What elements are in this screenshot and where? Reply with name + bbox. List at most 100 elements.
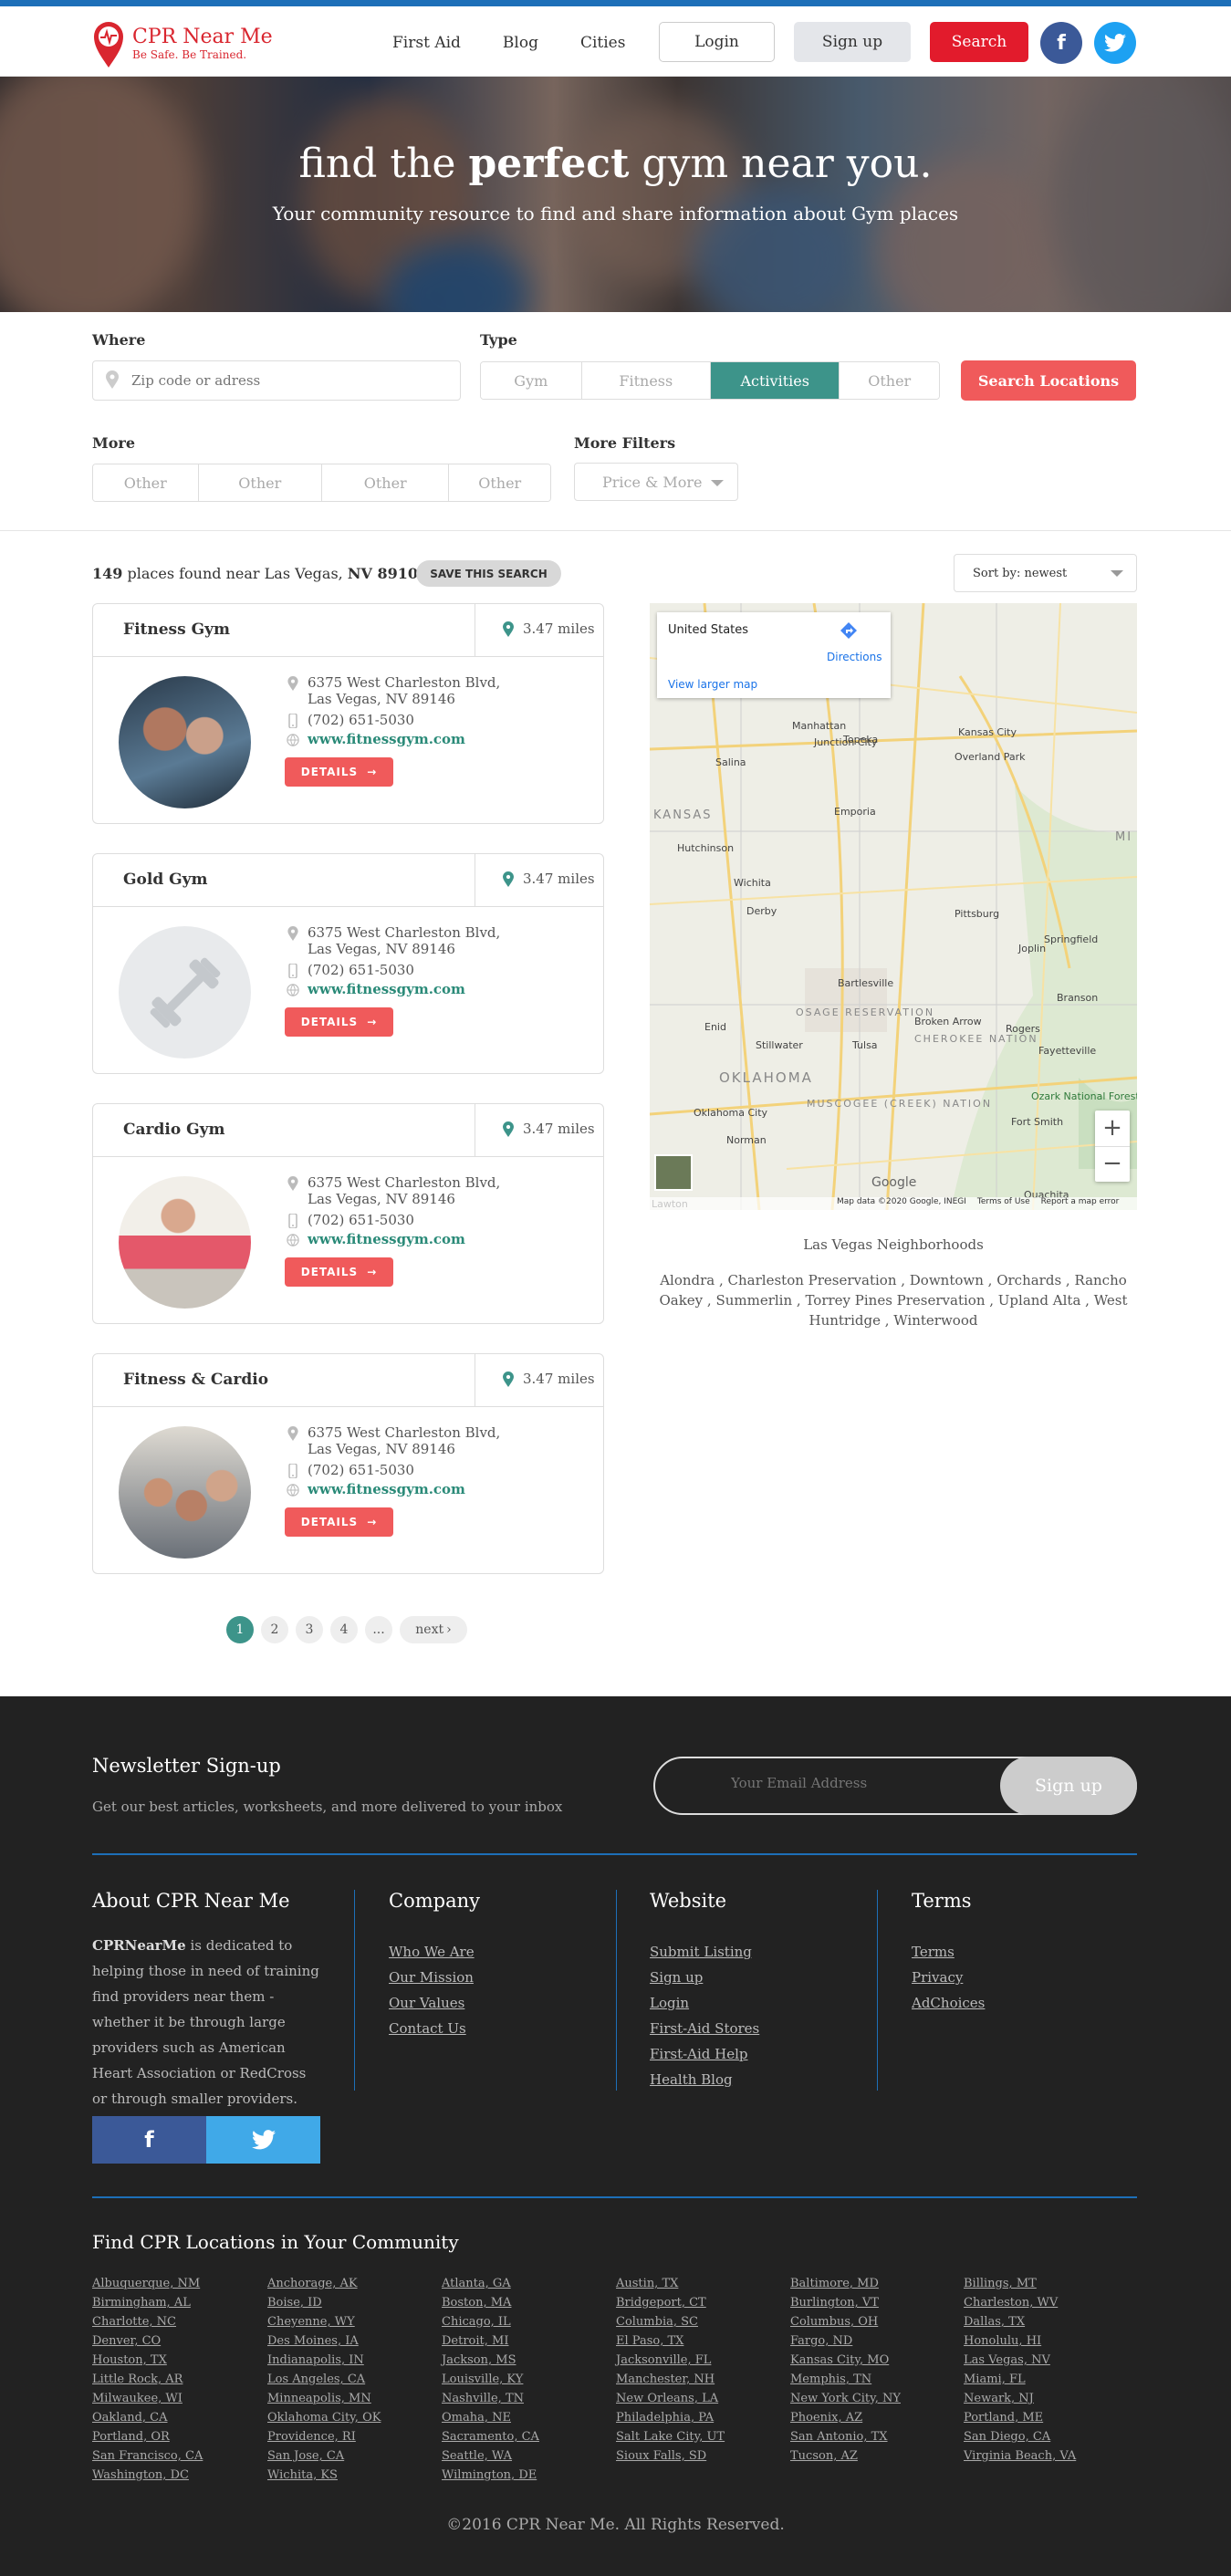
city-link[interactable]: Kansas City, MO bbox=[790, 2353, 889, 2367]
listing-photo[interactable] bbox=[119, 1426, 251, 1559]
footer-link[interactable]: Submit Listing bbox=[650, 1944, 752, 1960]
city-link[interactable]: San Francisco, CA bbox=[92, 2449, 203, 2463]
city-link[interactable]: Milwaukee, WI bbox=[92, 2392, 183, 2405]
listing-website[interactable]: www.fitnessgym.com bbox=[308, 731, 465, 747]
footer-link[interactable]: Who We Are bbox=[389, 1944, 475, 1960]
facebook-icon[interactable]: f bbox=[1040, 22, 1082, 64]
listing-phone[interactable]: (702) 651-5030 bbox=[308, 712, 414, 728]
nav-first-aid[interactable]: First Aid bbox=[392, 34, 461, 52]
city-link[interactable]: Providence, RI bbox=[267, 2430, 356, 2444]
details-button[interactable]: DETAILS → bbox=[285, 757, 393, 787]
type-option-gym[interactable]: Gym bbox=[481, 362, 582, 399]
details-button[interactable]: DETAILS → bbox=[285, 1507, 393, 1537]
city-link[interactable]: Detroit, MI bbox=[442, 2334, 508, 2348]
listing-title[interactable]: Gold Gym bbox=[123, 871, 208, 889]
footer-link[interactable]: First-Aid Help bbox=[650, 2046, 748, 2062]
directions-icon[interactable] bbox=[840, 621, 858, 640]
city-link[interactable]: Wilmington, DE bbox=[442, 2468, 537, 2482]
view-larger-map-link[interactable]: View larger map bbox=[668, 678, 757, 691]
city-link[interactable]: Sacramento, CA bbox=[442, 2430, 539, 2444]
listing-phone[interactable]: (702) 651-5030 bbox=[308, 1462, 414, 1478]
footer-link[interactable]: Privacy bbox=[912, 1969, 963, 1986]
listing-photo[interactable] bbox=[119, 676, 251, 808]
logo[interactable]: CPR Near Me Be Safe. Be Trained. bbox=[92, 20, 273, 69]
twitter-share-button[interactable] bbox=[206, 2116, 320, 2164]
city-link[interactable]: Anchorage, AK bbox=[267, 2277, 358, 2290]
search-button[interactable]: Search bbox=[930, 22, 1028, 62]
city-link[interactable]: Salt Lake City, UT bbox=[616, 2430, 725, 2444]
city-link[interactable]: Oklahoma City, OK bbox=[267, 2411, 381, 2425]
city-link[interactable]: Bridgeport, CT bbox=[616, 2296, 706, 2310]
email-field[interactable] bbox=[731, 1775, 968, 1791]
city-link[interactable]: San Antonio, TX bbox=[790, 2430, 888, 2444]
footer-link[interactable]: Health Blog bbox=[650, 2071, 733, 2088]
listing-card[interactable]: Cardio Gym 3.47 miles 6375 West Charleston… bbox=[92, 1103, 604, 1324]
city-link[interactable]: Phoenix, AZ bbox=[790, 2411, 862, 2425]
city-link[interactable]: Miami, FL bbox=[964, 2373, 1026, 2386]
city-link[interactable]: Dallas, TX bbox=[964, 2315, 1025, 2329]
city-link[interactable]: Atlanta, GA bbox=[442, 2277, 511, 2290]
city-link[interactable]: Des Moines, IA bbox=[267, 2334, 359, 2348]
city-link[interactable]: Charleston, WV bbox=[964, 2296, 1058, 2310]
type-option-fitness[interactable]: Fitness bbox=[581, 362, 711, 399]
city-link[interactable]: Memphis, TN bbox=[790, 2373, 871, 2386]
listing-title[interactable]: Fitness & Cardio bbox=[123, 1371, 268, 1389]
search-locations-button[interactable]: Search Locations bbox=[961, 360, 1136, 401]
type-option-activities[interactable]: Activities bbox=[711, 362, 840, 399]
city-link[interactable]: Billings, MT bbox=[964, 2277, 1037, 2290]
footer-link[interactable]: Sign up bbox=[650, 1969, 703, 1986]
city-link[interactable]: El Paso, TX bbox=[616, 2334, 683, 2348]
nav-blog[interactable]: Blog bbox=[503, 34, 538, 52]
page-2-button[interactable]: 2 bbox=[261, 1616, 288, 1643]
city-link[interactable]: Louisville, KY bbox=[442, 2373, 523, 2386]
city-link[interactable]: Sioux Falls, SD bbox=[616, 2449, 706, 2463]
directions-link[interactable]: Directions bbox=[827, 651, 882, 663]
footer-link[interactable]: Our Mission bbox=[389, 1969, 474, 1986]
page-1-button[interactable]: 1 bbox=[226, 1616, 254, 1643]
listing-website[interactable]: www.fitnessgym.com bbox=[308, 1481, 465, 1497]
city-link[interactable]: Fargo, ND bbox=[790, 2334, 852, 2348]
zoom-out-button[interactable]: − bbox=[1095, 1146, 1130, 1182]
city-link[interactable]: Jacksonville, FL bbox=[616, 2353, 711, 2367]
footer-link[interactable]: Our Values bbox=[389, 1995, 464, 2011]
city-link[interactable]: Boston, MA bbox=[442, 2296, 511, 2310]
city-link[interactable]: Tucson, AZ bbox=[790, 2449, 858, 2463]
signup-button[interactable]: Sign up bbox=[794, 22, 911, 62]
city-link[interactable]: Columbia, SC bbox=[616, 2315, 698, 2329]
city-link[interactable]: Albuquerque, NM bbox=[92, 2277, 200, 2290]
city-link[interactable]: Los Angeles, CA bbox=[267, 2373, 365, 2386]
more-option-2[interactable]: Other bbox=[198, 464, 322, 501]
city-link[interactable]: Boise, ID bbox=[267, 2296, 322, 2310]
city-link[interactable]: Portland, ME bbox=[964, 2411, 1043, 2425]
city-link[interactable]: Honolulu, HI bbox=[964, 2334, 1041, 2348]
city-link[interactable]: New York City, NY bbox=[790, 2392, 901, 2405]
facebook-share-button[interactable]: f bbox=[92, 2116, 206, 2164]
listing-card[interactable]: Fitness & Cardio 3.47 miles 6375 West Char… bbox=[92, 1353, 604, 1574]
listing-card[interactable]: Fitness Gym 3.47 miles 6375 West Charlesto… bbox=[92, 603, 604, 824]
listing-title[interactable]: Fitness Gym bbox=[123, 621, 230, 639]
city-link[interactable]: Chicago, IL bbox=[442, 2315, 511, 2329]
city-link[interactable]: Portland, OR bbox=[92, 2430, 170, 2444]
listing-card[interactable]: Gold Gym 3.47 miles 6375 West Charleston B… bbox=[92, 853, 604, 1074]
city-link[interactable]: Houston, TX bbox=[92, 2353, 167, 2367]
city-link[interactable]: New Orleans, LA bbox=[616, 2392, 718, 2405]
city-link[interactable]: Jackson, MS bbox=[442, 2353, 516, 2367]
city-link[interactable]: Wichita, KS bbox=[267, 2468, 338, 2482]
city-link[interactable]: Philadelphia, PA bbox=[616, 2411, 714, 2425]
footer-link[interactable]: Terms bbox=[912, 1944, 955, 1960]
listing-photo[interactable] bbox=[119, 1176, 251, 1309]
city-link[interactable]: Seattle, WA bbox=[442, 2449, 512, 2463]
city-link[interactable]: Omaha, NE bbox=[442, 2411, 511, 2425]
city-link[interactable]: Las Vegas, NV bbox=[964, 2353, 1050, 2367]
city-link[interactable]: Oakland, CA bbox=[92, 2411, 168, 2425]
map[interactable]: Kansas City Topeka Overland Park Manhattan J… bbox=[650, 603, 1137, 1210]
more-option-1[interactable]: Other bbox=[93, 464, 199, 501]
footer-link[interactable]: First-Aid Stores bbox=[650, 2020, 759, 2037]
city-link[interactable]: Little Rock, AR bbox=[92, 2373, 183, 2386]
sort-dropdown[interactable]: Sort by: newest bbox=[954, 554, 1137, 592]
listing-website[interactable]: www.fitnessgym.com bbox=[308, 1231, 465, 1247]
type-option-other[interactable]: Other bbox=[840, 362, 939, 399]
city-link[interactable]: Birmingham, AL bbox=[92, 2296, 191, 2310]
city-link[interactable]: Austin, TX bbox=[616, 2277, 678, 2290]
city-link[interactable]: Washington, DC bbox=[92, 2468, 189, 2482]
